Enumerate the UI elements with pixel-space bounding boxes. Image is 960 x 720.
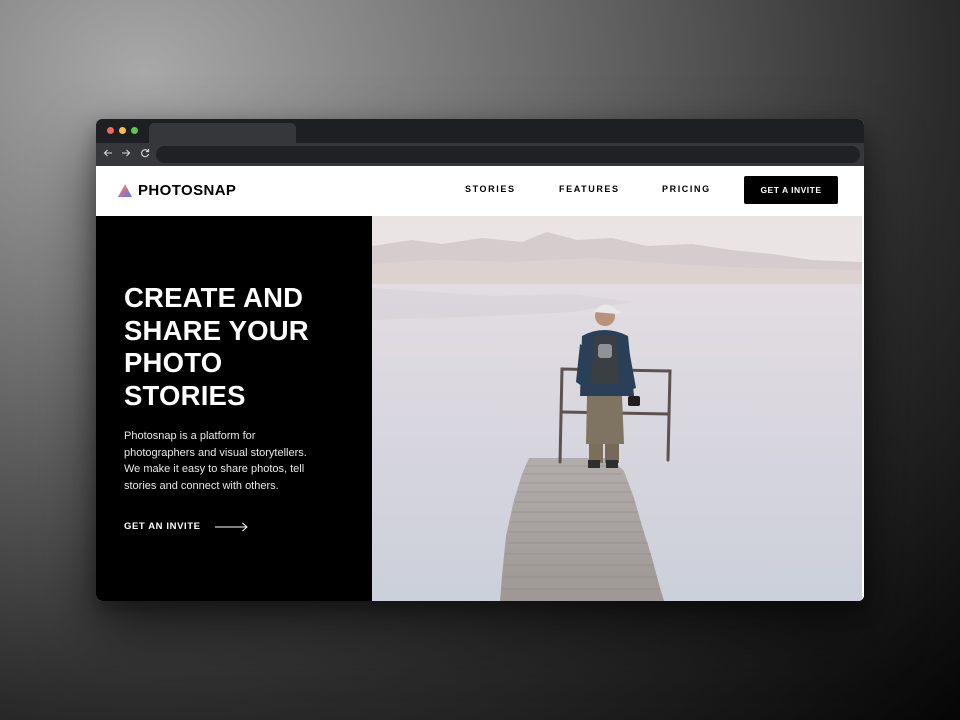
hero-title-line: PHOTO: [124, 347, 223, 378]
nav-link-features[interactable]: FEATURES: [559, 184, 620, 194]
address-bar[interactable]: [156, 146, 860, 163]
nav-link-pricing[interactable]: PRICING: [662, 184, 711, 194]
hero-image: [372, 216, 862, 601]
forward-icon[interactable]: [119, 147, 133, 161]
get-an-invite-link[interactable]: GET AN INVITE: [124, 521, 248, 532]
browser-tab[interactable]: [149, 123, 296, 143]
hero-description: Photosnap is a platform for photographer…: [124, 428, 344, 494]
hero-description-line: stories and connect with others.: [124, 479, 279, 492]
hero-title-line: CREATE AND: [124, 282, 304, 313]
get-an-invite-label: GET AN INVITE: [124, 521, 201, 532]
close-window-button[interactable]: [107, 127, 114, 134]
back-icon[interactable]: [101, 147, 115, 161]
hero-title: CREATE AND SHARE YOUR PHOTO STORIES: [124, 282, 354, 412]
logo-triangle-icon: [118, 183, 132, 197]
site-header: PHOTOSNAP STORIES FEATURES PRICING GET A…: [96, 166, 864, 216]
minimize-window-button[interactable]: [119, 127, 126, 134]
photo-edge: [862, 216, 864, 601]
hero-panel: CREATE AND SHARE YOUR PHOTO STORIES Phot…: [96, 216, 372, 601]
hero-description-line: Photosnap is a platform for: [124, 430, 256, 442]
hero-title-line: SHARE YOUR: [124, 314, 309, 346]
site-logo[interactable]: PHOTOSNAP: [118, 180, 236, 200]
hero-title-line: STORIES: [124, 379, 246, 411]
webpage: PHOTOSNAP STORIES FEATURES PRICING GET A…: [96, 166, 864, 601]
browser-titlebar: [96, 119, 864, 143]
logo-text: PHOTOSNAP: [138, 181, 237, 199]
reload-icon[interactable]: [138, 147, 152, 161]
maximize-window-button[interactable]: [131, 127, 138, 134]
get-invite-button[interactable]: GET A INVITE: [744, 176, 838, 204]
browser-window: PHOTOSNAP STORIES FEATURES PRICING GET A…: [96, 119, 864, 601]
hero-description-line: We make it easy to share photos, tell: [124, 463, 305, 475]
arrow-right-icon: [214, 522, 248, 531]
browser-toolbar: [96, 143, 864, 166]
hero-description-line: photographers and visual storytellers.: [124, 446, 307, 459]
nav-link-stories[interactable]: STORIES: [465, 184, 516, 194]
